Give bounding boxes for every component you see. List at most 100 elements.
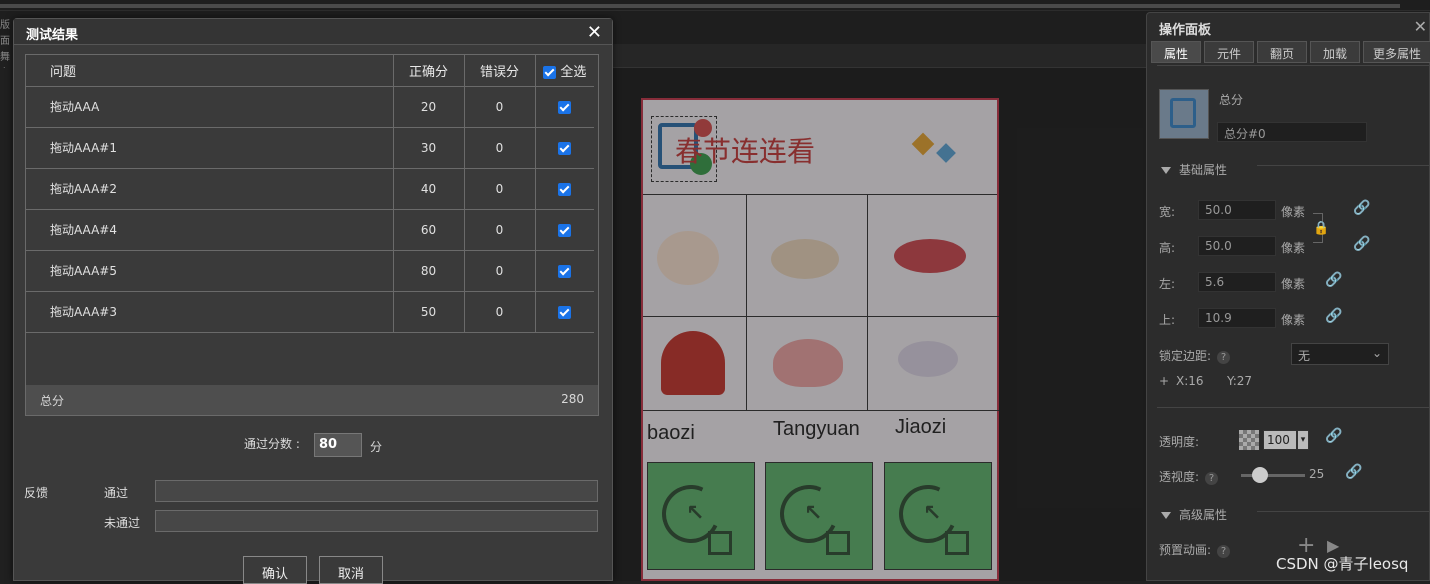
coord-x: X:16 — [1176, 374, 1204, 388]
wrong-score-cell[interactable]: 0 — [464, 209, 536, 251]
correct-score-cell[interactable]: 30 — [393, 127, 465, 169]
help-icon[interactable]: ? — [1205, 472, 1219, 485]
row-checkbox[interactable] — [558, 141, 572, 155]
row-checkbox[interactable] — [558, 264, 572, 278]
table-row: 拖动AAA#2 40 0 — [26, 168, 594, 210]
link-icon[interactable]: 🔗 — [1353, 236, 1370, 252]
correct-score-cell[interactable]: 60 — [393, 209, 465, 251]
top-unit: 像素 — [1281, 313, 1306, 327]
tab-paging[interactable]: 翻页 — [1257, 41, 1307, 63]
opacity-input[interactable]: 100 — [1263, 430, 1297, 450]
sidebar-stub-label-1: 版面 — [0, 20, 10, 47]
table-row: 拖动AAA#1 30 0 — [26, 127, 594, 169]
height-label: 高: — [1159, 241, 1176, 255]
select-all-label: 全选 — [560, 64, 587, 80]
width-unit: 像素 — [1281, 205, 1306, 219]
pass-feedback-label: 通过 — [104, 486, 129, 500]
wrong-score-cell[interactable]: 0 — [464, 127, 536, 169]
section-divider — [1257, 165, 1429, 166]
collapse-triangle-icon — [1161, 512, 1171, 519]
perspective-label: 透视度:? — [1159, 468, 1219, 485]
total-score-label: 总分 — [40, 394, 65, 408]
basic-properties-section[interactable]: 基础属性 — [1161, 161, 1227, 178]
left-label: 左: — [1159, 277, 1176, 291]
panel-close-icon[interactable]: ✕ — [1414, 17, 1427, 36]
modal-overlay — [612, 68, 1148, 581]
question-cell: 拖动AAA#4 — [26, 209, 394, 251]
help-icon[interactable]: ? — [1217, 545, 1231, 558]
cancel-button[interactable]: 取消 — [319, 556, 383, 584]
panel-title: 操作面板 — [1159, 23, 1212, 38]
height-unit: 像素 — [1281, 241, 1306, 255]
lock-margin-text: 锁定边距: — [1159, 349, 1212, 363]
perspective-slider-track[interactable] — [1241, 474, 1305, 477]
tab-properties[interactable]: 属性 — [1151, 41, 1201, 63]
select-all-checkbox[interactable] — [543, 65, 557, 79]
advanced-properties-section[interactable]: 高级属性 — [1161, 506, 1227, 523]
table-header-row: 问题 正确分 错误分 全选 — [26, 55, 594, 87]
section-divider — [1257, 511, 1429, 512]
row-checkbox[interactable] — [558, 182, 572, 196]
sidebar-stub-label-2: 舞台 — [0, 52, 10, 63]
height-input[interactable]: 50.0 — [1198, 236, 1276, 256]
wrong-score-cell[interactable]: 0 — [464, 291, 536, 333]
canvas-ruler — [612, 44, 1148, 68]
row-checkbox[interactable] — [558, 223, 572, 237]
lock-icon[interactable]: 🔒 — [1313, 221, 1329, 236]
table-row: 拖动AAA#4 60 0 — [26, 209, 594, 251]
close-icon[interactable]: ✕ — [587, 22, 602, 43]
opacity-dropdown-icon[interactable]: ▾ — [1297, 430, 1309, 450]
coord-y: Y:27 — [1227, 374, 1253, 388]
pass-score-unit: 分 — [370, 440, 383, 454]
lock-margin-label: 锁定边距:? — [1159, 347, 1231, 364]
tab-more-properties[interactable]: 更多属性 — [1363, 41, 1430, 63]
link-icon[interactable]: 🔗 — [1325, 308, 1342, 324]
link-icon[interactable]: 🔗 — [1353, 200, 1370, 216]
column-header-select-all[interactable]: 全选 — [535, 55, 594, 87]
section-divider — [1157, 407, 1429, 408]
component-name-input[interactable]: 总分#0 — [1217, 122, 1367, 142]
row-checkbox[interactable] — [558, 100, 572, 114]
lock-margin-select[interactable]: 无 ⌄ — [1291, 343, 1389, 365]
lock-margin-value: 无 — [1298, 349, 1311, 363]
confirm-button[interactable]: 确认 — [243, 556, 307, 584]
correct-score-cell[interactable]: 20 — [393, 86, 465, 128]
link-icon[interactable]: 🔗 — [1325, 428, 1342, 444]
dialog-title: 测试结果 — [14, 19, 612, 45]
wrong-score-cell[interactable]: 0 — [464, 168, 536, 210]
help-icon[interactable]: ? — [1217, 351, 1231, 364]
fail-feedback-label: 未通过 — [104, 516, 141, 530]
column-header-correct: 正确分 — [393, 55, 465, 87]
total-score-bar: 总分 280 — [26, 385, 598, 415]
wrong-score-cell[interactable]: 0 — [464, 86, 536, 128]
basic-section-label: 基础属性 — [1179, 163, 1228, 177]
link-icon[interactable]: 🔗 — [1345, 464, 1362, 480]
pass-score-input[interactable]: 80 — [314, 433, 362, 457]
width-label: 宽: — [1159, 205, 1176, 219]
left-input[interactable]: 5.6 — [1198, 272, 1276, 292]
row-checkbox[interactable] — [558, 305, 572, 319]
total-score-value: 280 — [561, 392, 584, 406]
wrong-score-cell[interactable]: 0 — [464, 250, 536, 292]
correct-score-cell[interactable]: 50 — [393, 291, 465, 333]
correct-score-cell[interactable]: 80 — [393, 250, 465, 292]
width-input[interactable]: 50.0 — [1198, 200, 1276, 220]
perspective-value: 25 — [1309, 467, 1325, 481]
opacity-label: 透明度: — [1159, 435, 1200, 449]
watermark: CSDN @青子leosq — [1276, 555, 1409, 573]
tab-components[interactable]: 元件 — [1204, 41, 1254, 63]
perspective-slider-thumb[interactable] — [1252, 467, 1268, 483]
fail-feedback-input[interactable] — [155, 510, 598, 532]
link-icon[interactable]: 🔗 — [1325, 272, 1342, 288]
operation-panel: 操作面板 ✕ 属性 元件 翻页 加载 更多属性 总分 总分#0 基础属性 宽: … — [1146, 12, 1430, 581]
pass-feedback-input[interactable] — [155, 480, 598, 502]
correct-score-cell[interactable]: 40 — [393, 168, 465, 210]
table-row: 拖动AAA 20 0 — [26, 86, 594, 128]
top-input[interactable]: 10.9 — [1198, 308, 1276, 328]
tab-loading[interactable]: 加载 — [1310, 41, 1360, 63]
component-thumbnail-icon — [1159, 89, 1209, 139]
plus-icon[interactable]: + — [1159, 374, 1169, 388]
top-progress-line — [0, 4, 1400, 8]
feedback-label: 反馈 — [24, 486, 49, 500]
test-result-dialog: 测试结果 ✕ 问题 正确分 错误分 全选 拖动AAA 20 0 拖动AAA#1 30 0… — [13, 18, 613, 584]
